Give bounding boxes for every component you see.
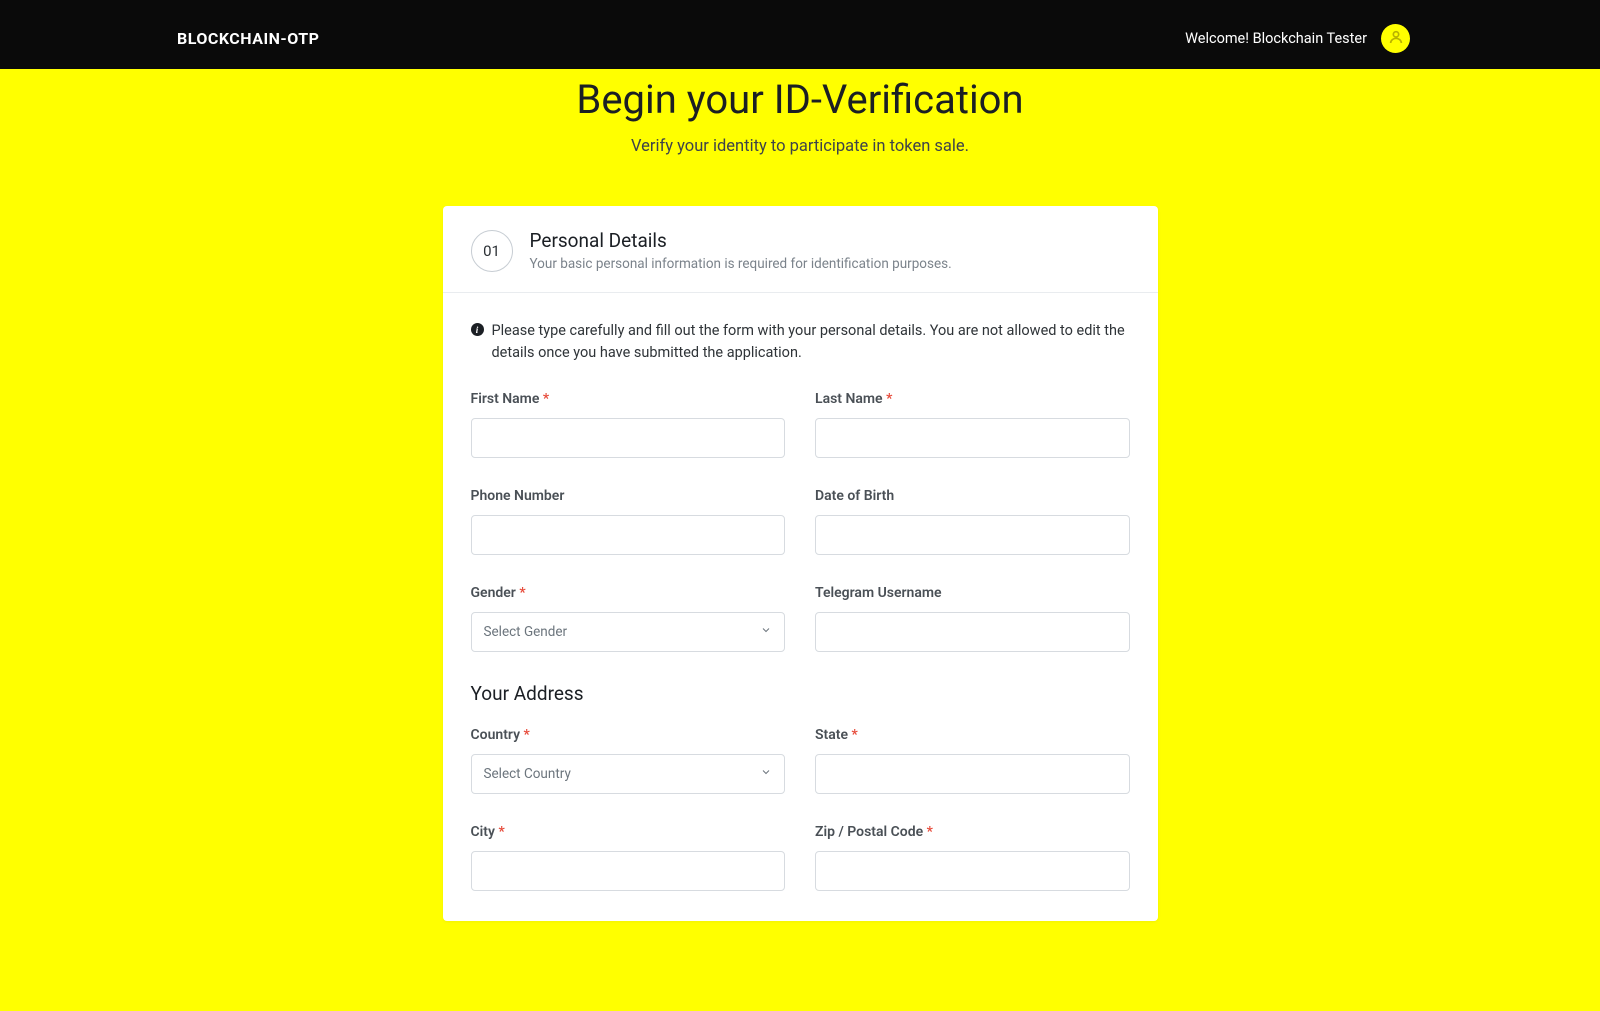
page-title: Begin your ID-Verification [20,76,1580,123]
select-gender-wrap: Select Gender [471,612,786,652]
chevron-down-icon [760,766,772,782]
label-gender: Gender * [471,585,786,601]
input-state[interactable] [815,754,1130,794]
logo[interactable]: BLOCKCHAIN-OTP [177,29,319,48]
input-phone[interactable] [471,515,786,555]
select-gender-value: Select Gender [484,624,568,640]
label-country: Country * [471,727,786,743]
label-last-name: Last Name * [815,391,1130,407]
user-icon [1388,29,1404,49]
select-country-wrap: Select Country [471,754,786,794]
welcome-text: Welcome! Blockchain Tester [1185,30,1367,47]
select-gender[interactable]: Select Gender [471,612,786,652]
label-first-name: First Name * [471,391,786,407]
address-title: Your Address [471,682,1130,705]
user-avatar[interactable] [1381,24,1410,53]
card-header: 01 Personal Details Your basic personal … [443,206,1158,293]
field-first-name: First Name * [471,391,786,458]
form-grid-address: Country * Select Country State * City * … [471,727,1130,891]
page-subtitle: Verify your identity to participate in t… [20,137,1580,156]
input-city[interactable] [471,851,786,891]
label-phone: Phone Number [471,488,786,504]
nav-right: Welcome! Blockchain Tester [1185,24,1410,53]
input-last-name[interactable] [815,418,1130,458]
field-telegram: Telegram Username [815,585,1130,652]
field-state: State * [815,727,1130,794]
field-city: City * [471,824,786,891]
label-city: City * [471,824,786,840]
field-country: Country * Select Country [471,727,786,794]
field-gender: Gender * Select Gender [471,585,786,652]
field-phone: Phone Number [471,488,786,555]
input-dob[interactable] [815,515,1130,555]
input-first-name[interactable] [471,418,786,458]
field-dob: Date of Birth [815,488,1130,555]
info-icon: i [471,323,484,336]
input-zip[interactable] [815,851,1130,891]
page-head: Begin your ID-Verification Verify your i… [0,69,1600,206]
notice-text: Please type carefully and fill out the f… [492,320,1130,364]
navbar: BLOCKCHAIN-OTP Welcome! Blockchain Teste… [0,8,1600,69]
input-telegram[interactable] [815,612,1130,652]
field-last-name: Last Name * [815,391,1130,458]
card-body: i Please type carefully and fill out the… [443,293,1158,921]
notice: i Please type carefully and fill out the… [471,320,1130,364]
logo-wrap: BLOCKCHAIN-OTP [172,19,324,58]
card-header-text: Personal Details Your basic personal inf… [530,229,952,272]
label-telegram: Telegram Username [815,585,1130,601]
form-grid-personal: First Name * Last Name * Phone Number Da… [471,391,1130,652]
label-state: State * [815,727,1130,743]
step-badge: 01 [471,230,513,272]
card-title: Personal Details [530,229,952,252]
card-desc: Your basic personal information is requi… [530,256,952,272]
field-zip: Zip / Postal Code * [815,824,1130,891]
form-card: 01 Personal Details Your basic personal … [443,206,1158,921]
top-stripe [0,0,1600,8]
label-zip: Zip / Postal Code * [815,824,1130,840]
chevron-down-icon [760,624,772,640]
label-dob: Date of Birth [815,488,1130,504]
select-country[interactable]: Select Country [471,754,786,794]
select-country-value: Select Country [484,766,571,782]
